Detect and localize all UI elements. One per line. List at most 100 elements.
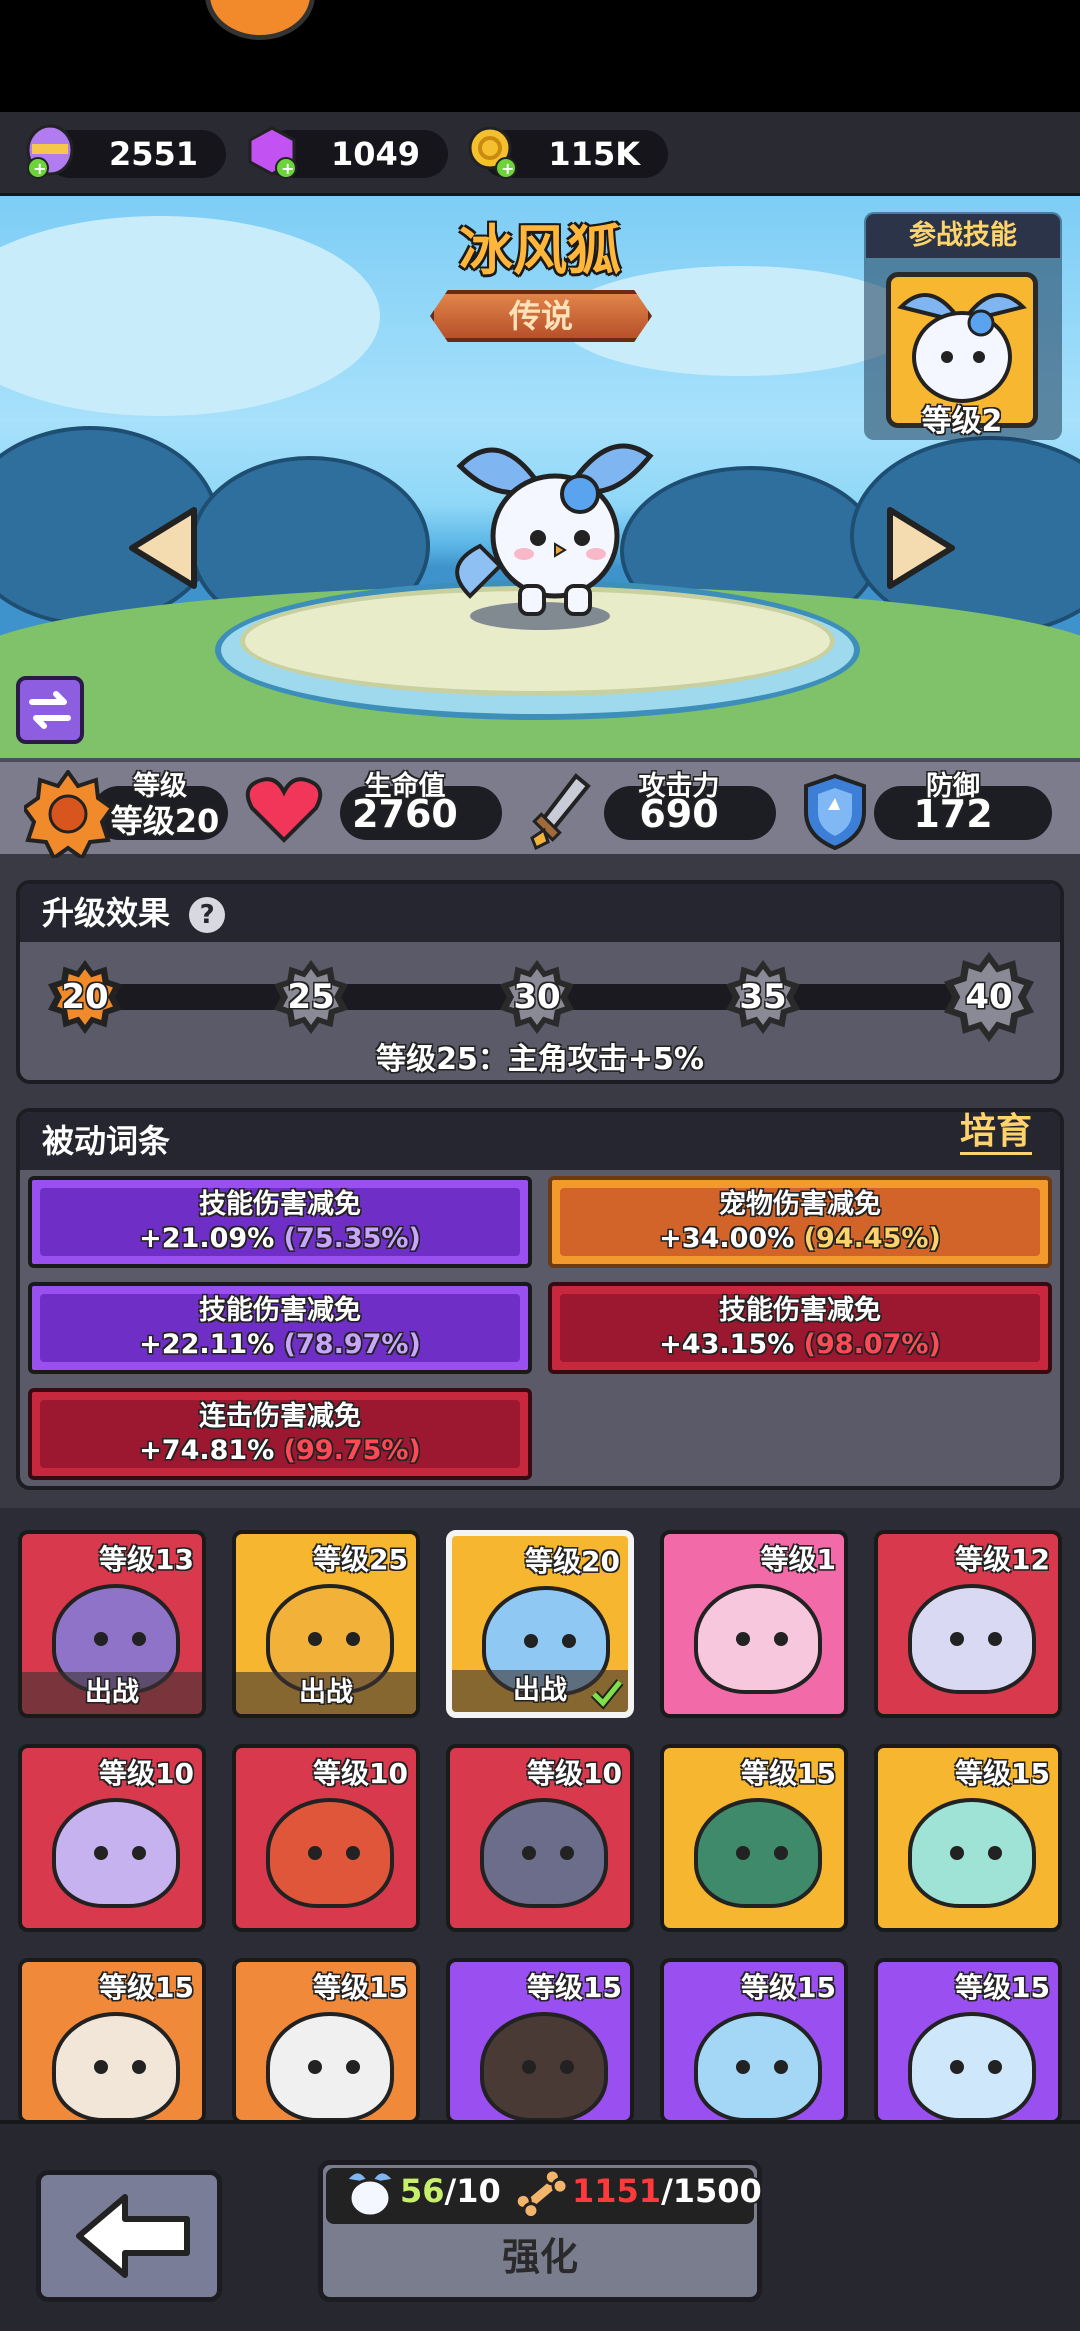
back-button[interactable] <box>36 2170 222 2302</box>
bone-cost: 1151/1500 <box>572 2172 762 2210</box>
back-arrow-icon <box>76 2194 190 2278</box>
pet-level: 等级10 <box>313 1757 408 1790</box>
pet-card[interactable]: 等级15 <box>18 1958 206 2124</box>
trait-name: 宠物伤害减免 <box>719 1189 881 1220</box>
egg-count: 2551 <box>108 135 198 173</box>
pet-shard-icon <box>340 2162 398 2224</box>
passive-traits-header: 被动词条 <box>20 1112 1060 1170</box>
status-bar <box>0 0 1080 112</box>
pet-portrait <box>694 1798 822 1908</box>
prev-pet-button[interactable] <box>120 500 210 596</box>
foster-button[interactable]: 培育 <box>960 1112 1033 1155</box>
pet-card[interactable]: 等级25 出战 <box>232 1530 420 1718</box>
trait-card[interactable]: 技能伤害减免 +22.11% (78.97%) <box>28 1282 532 1374</box>
pet-level: 等级15 <box>527 1971 622 2004</box>
pet-portrait <box>694 2012 822 2120</box>
gem-count: 1049 <box>330 135 420 173</box>
trait-value: +22.11% <box>139 1329 275 1360</box>
bone-have: 1151 <box>572 2172 662 2210</box>
trait-name: 技能伤害减免 <box>199 1295 361 1326</box>
trait-percent: (94.45%) <box>803 1223 941 1254</box>
trait-percent: (98.07%) <box>803 1329 941 1360</box>
shard-cost: 56/10 <box>400 2172 501 2210</box>
battle-skill-level: 等级2 <box>921 404 1003 439</box>
milestone-label: 40 <box>965 977 1013 1017</box>
pet-portrait <box>908 1584 1036 1694</box>
pet-portrait <box>908 1798 1036 1908</box>
pet-card[interactable]: 等级15 <box>232 1958 420 2124</box>
pet-level: 等级10 <box>527 1757 622 1790</box>
purple-gem-icon: + <box>246 124 298 179</box>
trait-percent: (75.35%) <box>283 1223 421 1254</box>
pet-portrait <box>480 1798 608 1908</box>
pet-level: 等级15 <box>955 1757 1050 1790</box>
pet-card[interactable]: 等级15 <box>874 1958 1062 2124</box>
milestone-label: 35 <box>739 977 787 1017</box>
pet-card[interactable]: 等级10 <box>232 1744 420 1932</box>
egg-icon: + <box>24 124 76 179</box>
pet-portrait <box>694 1584 822 1694</box>
milestone-label: 25 <box>287 977 335 1017</box>
next-pet-button[interactable] <box>874 500 964 596</box>
swap-button[interactable] <box>16 676 84 744</box>
battle-skill-title: 参战技能 <box>866 214 1060 258</box>
trait-value: +21.09% <box>139 1223 275 1254</box>
level-badge-icon <box>21 768 115 862</box>
shard-need: /10 <box>444 2172 501 2210</box>
help-icon[interactable]: ? <box>189 897 226 933</box>
svg-text:+: + <box>33 159 46 178</box>
pet-level: 等级13 <box>99 1543 194 1576</box>
pet-portrait <box>266 1798 394 1908</box>
svg-text:+: + <box>501 159 514 178</box>
trait-value: +34.00% <box>659 1223 795 1254</box>
pet-level: 等级10 <box>99 1757 194 1790</box>
ice-fox-sprite[interactable] <box>440 426 660 636</box>
pet-card[interactable]: 等级15 <box>446 1958 634 2124</box>
milestone-label: 20 <box>61 977 109 1017</box>
pet-level: 等级20 <box>525 1545 620 1578</box>
def-value: 172 <box>913 792 993 836</box>
level-value: 等级20 <box>110 802 220 840</box>
trait-percent: (78.97%) <box>283 1329 421 1360</box>
pet-portrait <box>908 2012 1036 2120</box>
heart-icon <box>244 774 324 850</box>
pet-level: 等级12 <box>955 1543 1050 1576</box>
svg-text:+: + <box>281 159 294 178</box>
pet-level: 等级25 <box>313 1543 408 1576</box>
trait-percent: (99.75%) <box>283 1435 421 1466</box>
pet-portrait <box>266 2012 394 2120</box>
pet-card[interactable]: 等级15 <box>660 1744 848 1932</box>
pet-level: 等级1 <box>760 1543 836 1576</box>
trait-name: 连击伤害减免 <box>199 1401 361 1432</box>
trait-card[interactable]: 技能伤害减免 +21.09% (75.35%) <box>28 1176 532 1268</box>
shard-have: 56 <box>400 2172 445 2210</box>
deployed-label: 出战 <box>236 1672 416 1714</box>
pet-card[interactable]: 等级15 <box>660 1958 848 2124</box>
upgrade-effect-header: 升级效果 ? <box>20 884 1060 942</box>
pet-card[interactable]: 等级20 出战 <box>446 1530 634 1718</box>
upgrade-label: 强化 <box>501 2235 578 2279</box>
pet-portrait <box>480 2012 608 2120</box>
pet-portrait <box>52 1798 180 1908</box>
trait-name: 技能伤害减免 <box>719 1295 881 1326</box>
trait-card[interactable]: 宠物伤害减免 +34.00% (94.45%) <box>548 1176 1052 1268</box>
trait-card[interactable]: 连击伤害减免 +74.81% (99.75%) <box>28 1388 532 1480</box>
pet-level: 等级15 <box>99 1971 194 2004</box>
trait-value: +74.81% <box>139 1435 275 1466</box>
pet-card[interactable]: 等级12 <box>874 1530 1062 1718</box>
passive-traits-title: 被动词条 <box>42 1122 171 1160</box>
rarity-badge: 传说 <box>430 290 652 342</box>
pet-card[interactable]: 等级15 <box>874 1744 1062 1932</box>
hp-value: 2760 <box>352 792 458 836</box>
pet-card[interactable]: 等级13 出战 <box>18 1530 206 1718</box>
trait-card[interactable]: 技能伤害减免 +43.15% (98.07%) <box>548 1282 1052 1374</box>
bone-icon <box>512 2164 570 2226</box>
milestone-description: 等级25：主角攻击+5% <box>376 1042 704 1077</box>
swap-arrows-icon <box>29 691 71 729</box>
pet-card[interactable]: 等级10 <box>446 1744 634 1932</box>
pet-card[interactable]: 等级1 <box>660 1530 848 1718</box>
pet-portrait <box>52 2012 180 2120</box>
gold-coin-icon: + <box>466 124 518 179</box>
pet-card[interactable]: 等级10 <box>18 1744 206 1932</box>
coin-count: 115K <box>548 135 640 173</box>
